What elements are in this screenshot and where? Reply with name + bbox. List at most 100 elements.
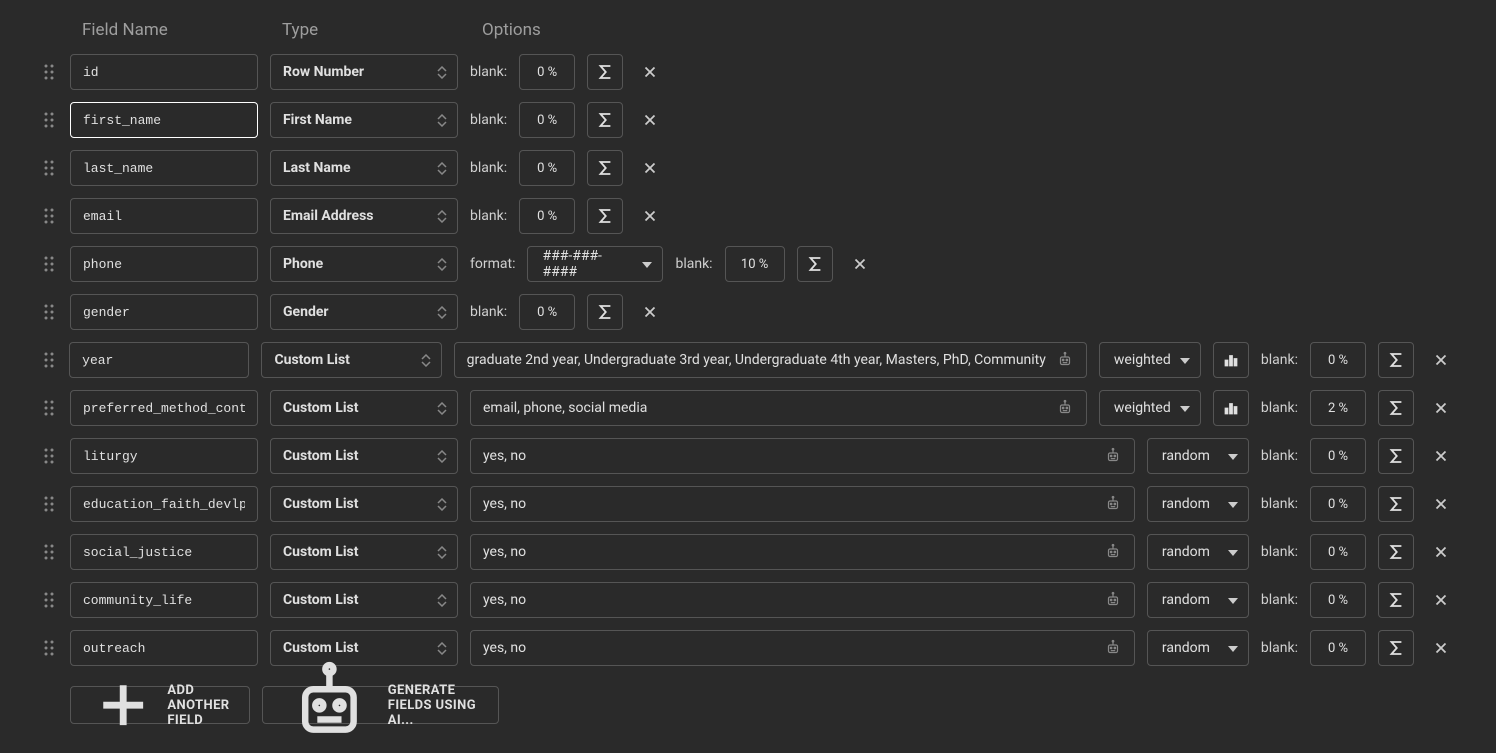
type-select[interactable]: Custom List [261,342,441,378]
sigma-button[interactable] [587,198,623,234]
distribution-select[interactable]: random [1147,582,1249,618]
robot-icon[interactable] [1104,495,1122,513]
field-name-input[interactable]: gender [70,294,258,330]
drag-handle-icon[interactable] [40,111,58,129]
drag-handle-icon[interactable] [40,591,58,609]
sigma-button[interactable] [1378,582,1414,618]
chart-button[interactable] [1213,390,1249,426]
drag-handle-icon[interactable] [40,255,58,273]
sigma-button[interactable] [1378,630,1414,666]
drag-handle-icon[interactable] [40,63,58,81]
generate-ai-button[interactable]: GENERATE FIELDS USING AI... [262,686,499,724]
delete-button[interactable] [635,54,665,90]
field-name-input[interactable]: email [70,198,258,234]
blank-input[interactable]: 0 % [519,294,575,330]
field-name-input[interactable]: id [70,54,258,90]
blank-input[interactable]: 0 % [519,198,575,234]
drag-handle-icon[interactable] [40,351,57,369]
sigma-button[interactable] [587,102,623,138]
robot-icon[interactable] [1104,591,1122,609]
field-name-input[interactable]: social_justice [70,534,258,570]
robot-icon[interactable] [1056,351,1074,369]
delete-button[interactable] [1426,582,1456,618]
type-select[interactable]: Last Name [270,150,458,186]
field-name-input[interactable]: community_life [70,582,258,618]
custom-list-input[interactable]: graduate 2nd year, Undergraduate 3rd yea… [454,342,1087,378]
drag-handle-icon[interactable] [40,639,58,657]
delete-button[interactable] [845,246,875,282]
sigma-button[interactable] [587,294,623,330]
robot-icon[interactable] [1056,399,1074,417]
robot-icon[interactable] [1104,639,1122,657]
blank-input[interactable]: 0 % [1310,486,1366,522]
blank-input[interactable]: 0 % [519,54,575,90]
blank-input[interactable]: 0 % [1310,630,1366,666]
blank-input[interactable]: 0 % [519,102,575,138]
field-name-input[interactable]: outreach [70,630,258,666]
blank-input[interactable]: 2 % [1310,390,1366,426]
drag-handle-icon[interactable] [40,303,58,321]
delete-button[interactable] [1426,438,1456,474]
type-select[interactable]: Custom List [270,534,458,570]
custom-list-input[interactable]: yes, no [470,438,1135,474]
type-select[interactable]: Custom List [270,438,458,474]
sigma-button[interactable] [797,246,833,282]
blank-input[interactable]: 0 % [1310,342,1366,378]
type-select[interactable]: First Name [270,102,458,138]
distribution-select[interactable]: random [1147,486,1249,522]
field-name-input[interactable]: phone [70,246,258,282]
sigma-button[interactable] [1378,438,1414,474]
delete-button[interactable] [635,150,665,186]
type-select[interactable]: Email Address [270,198,458,234]
blank-input[interactable]: 0 % [1310,534,1366,570]
field-name-input[interactable]: first_name [70,102,258,138]
type-select[interactable]: Row Number [270,54,458,90]
custom-list-input[interactable]: email, phone, social media [470,390,1087,426]
sigma-button[interactable] [587,54,623,90]
field-name-input[interactable]: last_name [70,150,258,186]
delete-button[interactable] [1426,534,1456,570]
type-select[interactable]: Custom List [270,582,458,618]
robot-icon[interactable] [1104,447,1122,465]
delete-button[interactable] [1426,486,1456,522]
custom-list-input[interactable]: yes, no [470,630,1135,666]
sigma-button[interactable] [1378,534,1414,570]
blank-input[interactable]: 0 % [1310,438,1366,474]
field-name-input[interactable]: education_faith_devlpmt [70,486,258,522]
type-select[interactable]: Phone [270,246,458,282]
type-select[interactable]: Gender [270,294,458,330]
sigma-button[interactable] [1378,390,1414,426]
sigma-button[interactable] [1378,486,1414,522]
blank-input[interactable]: 10 % [725,246,785,282]
delete-button[interactable] [635,198,665,234]
delete-button[interactable] [635,102,665,138]
add-another-field-button[interactable]: ADD ANOTHER FIELD [70,686,250,724]
drag-handle-icon[interactable] [40,447,58,465]
field-name-input[interactable]: preferred_method_contact [70,390,258,426]
drag-handle-icon[interactable] [40,495,58,513]
chart-button[interactable] [1213,342,1249,378]
delete-button[interactable] [635,294,665,330]
distribution-select[interactable]: random [1147,438,1249,474]
type-select[interactable]: Custom List [270,390,458,426]
sigma-button[interactable] [1378,342,1414,378]
distribution-select[interactable]: random [1147,630,1249,666]
type-select[interactable]: Custom List [270,486,458,522]
delete-button[interactable] [1426,630,1456,666]
field-name-input[interactable]: year [69,342,249,378]
blank-input[interactable]: 0 % [1310,582,1366,618]
drag-handle-icon[interactable] [40,207,58,225]
custom-list-input[interactable]: yes, no [470,582,1135,618]
format-select[interactable]: ###-###-#### [527,246,663,282]
robot-icon[interactable] [1104,543,1122,561]
delete-button[interactable] [1426,342,1456,378]
blank-input[interactable]: 0 % [519,150,575,186]
sigma-button[interactable] [587,150,623,186]
field-name-input[interactable]: liturgy [70,438,258,474]
custom-list-input[interactable]: yes, no [470,534,1135,570]
distribution-select[interactable]: weighted [1099,342,1201,378]
drag-handle-icon[interactable] [40,543,58,561]
delete-button[interactable] [1426,390,1456,426]
distribution-select[interactable]: weighted [1099,390,1201,426]
drag-handle-icon[interactable] [40,399,58,417]
